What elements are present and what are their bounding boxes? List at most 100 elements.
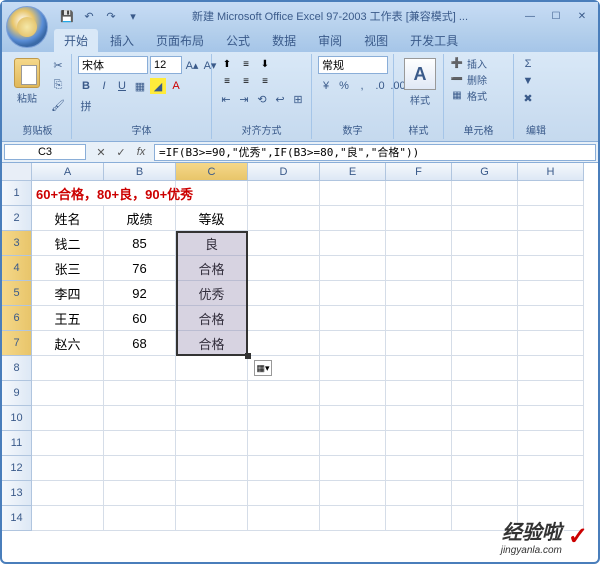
row-header-11[interactable]: 11 [2,431,32,456]
bold-button[interactable]: B [78,78,94,94]
cell-B12[interactable] [104,456,176,481]
cell-A8[interactable] [32,356,104,381]
cell-H5[interactable] [518,281,584,306]
cell-E5[interactable] [320,281,386,306]
insert-cells-button[interactable]: ➕插入 [450,56,487,71]
cell-F1[interactable] [386,181,452,206]
cell-C9[interactable] [176,381,248,406]
cell-B13[interactable] [104,481,176,506]
cell-G8[interactable] [452,356,518,381]
cell-C11[interactable] [176,431,248,456]
cell-H10[interactable] [518,406,584,431]
cell-A9[interactable] [32,381,104,406]
grow-font-icon[interactable]: A▴ [184,57,200,73]
cell-C8[interactable] [176,356,248,381]
col-header-G[interactable]: G [452,163,518,181]
cell-C10[interactable] [176,406,248,431]
wrap-text-icon[interactable]: ↩ [272,91,288,107]
cell-E1[interactable] [320,181,386,206]
cell-A2[interactable]: 姓名 [32,206,104,231]
underline-button[interactable]: U [114,78,130,94]
undo-icon[interactable]: ↶ [80,7,98,25]
align-center-icon[interactable]: ≡ [237,73,255,89]
cell-F5[interactable] [386,281,452,306]
cell-B14[interactable] [104,506,176,531]
format-cells-button[interactable]: ▦格式 [450,88,487,103]
close-button[interactable]: ✕ [570,8,594,24]
col-header-H[interactable]: H [518,163,584,181]
cell-G9[interactable] [452,381,518,406]
percent-icon[interactable]: % [336,78,352,94]
tab-home[interactable]: 开始 [54,29,98,52]
col-header-E[interactable]: E [320,163,386,181]
paste-button[interactable]: 粘贴 [10,56,44,107]
clear-icon[interactable]: ✖ [520,90,536,106]
fill-icon[interactable]: ▼ [520,73,536,89]
increase-decimal-icon[interactable]: .0 [372,78,388,94]
col-header-D[interactable]: D [248,163,320,181]
comma-icon[interactable]: , [354,78,370,94]
cell-A1[interactable]: 60+合格，80+良，90+优秀 [32,181,248,206]
cell-C2[interactable]: 等级 [176,206,248,231]
cell-G12[interactable] [452,456,518,481]
cell-E7[interactable] [320,331,386,356]
cell-D1[interactable] [248,181,320,206]
font-size-select[interactable] [150,56,182,74]
row-header-4[interactable]: 4 [2,256,32,281]
cell-E9[interactable] [320,381,386,406]
cell-C3[interactable]: 良 [176,231,248,256]
font-name-select[interactable] [78,56,148,74]
enter-formula-icon[interactable]: ✓ [112,146,130,159]
styles-button[interactable]: A 样式 [400,56,440,109]
row-header-10[interactable]: 10 [2,406,32,431]
increase-indent-icon[interactable]: ⇥ [236,91,252,107]
formula-input[interactable] [154,144,596,161]
row-header-1[interactable]: 1 [2,181,32,206]
phonetic-button[interactable]: 拼 [78,98,94,114]
cut-icon[interactable]: ✂ [48,56,68,74]
row-header-14[interactable]: 14 [2,506,32,531]
cell-G1[interactable] [452,181,518,206]
number-format-select[interactable] [318,56,388,74]
col-header-C[interactable]: C [176,163,248,181]
cell-D10[interactable] [248,406,320,431]
align-bottom-icon[interactable]: ⬇ [256,56,274,72]
cell-B3[interactable]: 85 [104,231,176,256]
cell-B11[interactable] [104,431,176,456]
col-header-A[interactable]: A [32,163,104,181]
cell-H13[interactable] [518,481,584,506]
cell-G4[interactable] [452,256,518,281]
cell-C4[interactable]: 合格 [176,256,248,281]
cancel-formula-icon[interactable]: ✕ [92,146,110,159]
cell-G2[interactable] [452,206,518,231]
row-header-8[interactable]: 8 [2,356,32,381]
cell-B10[interactable] [104,406,176,431]
cell-D14[interactable] [248,506,320,531]
cell-D3[interactable] [248,231,320,256]
cell-F2[interactable] [386,206,452,231]
cell-H6[interactable] [518,306,584,331]
cell-D4[interactable] [248,256,320,281]
cell-C5[interactable]: 优秀 [176,281,248,306]
cell-G7[interactable] [452,331,518,356]
fill-color-button[interactable]: ◢ [150,78,166,94]
border-button[interactable]: ▦ [132,78,148,94]
merge-icon[interactable]: ⊞ [290,91,306,107]
copy-icon[interactable]: ⎘ [48,76,68,94]
format-painter-icon[interactable]: 🖌 [48,96,68,114]
row-header-7[interactable]: 7 [2,331,32,356]
cell-H9[interactable] [518,381,584,406]
fx-icon[interactable]: fx [132,146,150,159]
cell-C7[interactable]: 合格 [176,331,248,356]
cell-D12[interactable] [248,456,320,481]
qat-dropdown-icon[interactable]: ▾ [124,7,142,25]
cell-A13[interactable] [32,481,104,506]
cell-F10[interactable] [386,406,452,431]
decrease-indent-icon[interactable]: ⇤ [218,91,234,107]
cell-H3[interactable] [518,231,584,256]
cell-H4[interactable] [518,256,584,281]
tab-insert[interactable]: 插入 [100,29,144,52]
tab-review[interactable]: 审阅 [308,29,352,52]
cell-F11[interactable] [386,431,452,456]
delete-cells-button[interactable]: ➖删除 [450,72,487,87]
